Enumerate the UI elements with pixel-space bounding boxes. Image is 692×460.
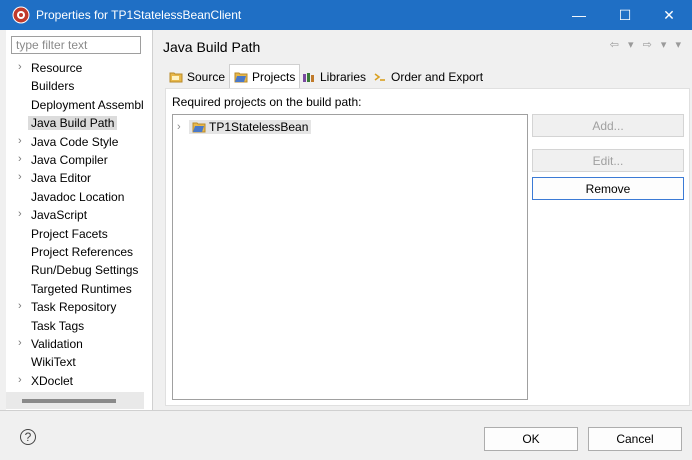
history-navigation-icons[interactable]: ⇦ ▾ ⇨ ▾ ▾ <box>610 38 684 51</box>
tree-item-label: JavaScript <box>31 208 88 223</box>
projects-panel: Required projects on the build path: › T… <box>165 88 690 406</box>
tree-item-label: Java Build Path <box>28 116 118 131</box>
column-divider[interactable] <box>152 30 153 410</box>
source-folder-icon <box>169 72 183 83</box>
tree-item[interactable]: Project Facets <box>6 225 152 243</box>
tab-libraries-label: Libraries <box>320 70 367 84</box>
expand-chevron-icon[interactable]: › <box>18 135 22 147</box>
maximize-icon: ☐ <box>618 6 632 23</box>
minimize-icon: — <box>572 7 586 23</box>
project-name: TP1StatelessBean <box>209 119 309 134</box>
tree-item-label: Project Facets <box>31 226 108 241</box>
list-item[interactable]: › TP1StatelessBean <box>177 118 312 135</box>
expand-chevron-icon[interactable]: › <box>18 61 22 73</box>
expand-chevron-icon[interactable]: › <box>18 153 22 165</box>
tree-item[interactable]: › Task Repository <box>6 298 152 316</box>
page-header: Java Build Path ⇦ ▾ ⇨ ▾ ▾ <box>153 30 692 62</box>
tree-item-label: Java Editor <box>31 171 92 186</box>
tab-order-export[interactable]: Order and Export <box>373 66 483 88</box>
remove-button[interactable]: Remove <box>532 177 684 200</box>
tree-item[interactable]: Run/Debug Settings <box>6 261 152 279</box>
tree-item[interactable]: Java Build Path <box>6 114 152 132</box>
tree-item-label: Deployment Assembl <box>31 97 144 112</box>
filter-input[interactable]: type filter text <box>11 36 141 54</box>
expand-chevron-icon[interactable]: › <box>18 208 22 220</box>
expand-chevron-icon[interactable]: › <box>18 374 22 386</box>
remove-button-label: Remove <box>585 181 631 196</box>
projects-icon <box>234 72 248 82</box>
project-entry[interactable]: TP1StatelessBean <box>189 119 312 134</box>
scrollbar-thumb[interactable] <box>22 399 116 403</box>
tree-item-label: Validation <box>31 337 83 351</box>
help-icon[interactable]: ? <box>20 429 36 445</box>
help-glyph: ? <box>24 430 32 444</box>
edit-button[interactable]: Edit... <box>532 149 684 172</box>
tab-projects[interactable]: Projects <box>229 64 301 88</box>
tree-item[interactable]: › Java Compiler <box>6 151 152 169</box>
minimize-button[interactable]: — <box>556 0 602 30</box>
add-button-label: Add... <box>592 118 624 133</box>
tree-item-label: Java Code Style <box>31 134 119 149</box>
tree-item-label: Targeted Runtimes <box>31 281 132 296</box>
expand-chevron-icon[interactable]: › <box>18 171 22 183</box>
tree-item-label: Java Compiler <box>31 153 108 167</box>
order-export-icon <box>374 73 385 81</box>
close-icon: ✕ <box>663 6 675 23</box>
tree-item[interactable]: › Resource <box>6 59 152 77</box>
tree-item-label: Builders <box>31 79 75 94</box>
tree-item[interactable]: Task Tags <box>6 317 152 335</box>
cancel-button[interactable]: Cancel <box>588 427 682 451</box>
tab-libraries[interactable]: Libraries <box>302 66 366 88</box>
expand-chevron-icon[interactable]: › <box>18 337 22 349</box>
left-panel: type filter text › Resource Builders Deploy… <box>6 30 152 410</box>
cancel-button-label: Cancel <box>616 432 654 446</box>
tree-item-label: Resource <box>31 61 83 75</box>
required-projects-label: Required projects on the build path: <box>172 95 362 109</box>
tree-item[interactable]: WikiText <box>6 353 152 371</box>
expand-chevron-icon[interactable]: › <box>18 300 22 312</box>
ok-button[interactable]: OK <box>484 427 578 451</box>
tree-item[interactable]: › Validation <box>6 335 152 353</box>
tab-order-export-label: Order and Export <box>391 70 484 84</box>
tree-item[interactable]: › Java Code Style <box>6 133 152 151</box>
tree-item-label: Run/Debug Settings <box>31 263 139 278</box>
tab-source[interactable]: Source <box>169 66 225 88</box>
required-projects-list[interactable]: › TP1StatelessBean <box>172 114 528 400</box>
project-folder-icon <box>192 122 206 132</box>
add-button[interactable]: Add... <box>532 114 684 137</box>
title-bar: Properties for TP1StatelessBeanClient — … <box>0 0 692 30</box>
expand-chevron-icon[interactable]: › <box>177 121 189 133</box>
tree-item-label: Javadoc Location <box>31 189 125 204</box>
tree-item-label: Project References <box>31 245 134 259</box>
tree-item-label: XDoclet <box>31 373 74 388</box>
footer-divider <box>0 410 692 411</box>
maximize-button[interactable]: ☐ <box>602 0 648 30</box>
tree-item-label: Task Repository <box>31 300 117 315</box>
tree-item[interactable]: Builders <box>6 77 152 95</box>
eclipse-app-icon <box>12 6 30 24</box>
window-title: Properties for TP1StatelessBeanClient <box>36 8 242 22</box>
tab-projects-label: Projects <box>252 69 296 84</box>
tree-item-label: WikiText <box>31 355 76 370</box>
page-title: Java Build Path <box>163 39 261 55</box>
tree-item[interactable]: Javadoc Location <box>6 188 152 206</box>
tree-item[interactable]: Project References <box>6 243 152 261</box>
tree-item-label: Task Tags <box>31 318 85 333</box>
tree-item[interactable]: › JavaScript <box>6 206 152 224</box>
tab-source-label: Source <box>187 70 226 84</box>
tree-item[interactable]: › XDoclet <box>6 372 152 390</box>
tree-item[interactable]: › Java Editor <box>6 169 152 187</box>
close-button[interactable]: ✕ <box>646 0 692 30</box>
filter-placeholder: type filter text <box>16 38 88 52</box>
ok-button-label: OK <box>522 432 540 446</box>
libraries-icon <box>303 73 314 82</box>
edit-button-label: Edit... <box>592 153 624 168</box>
tree-item[interactable]: Deployment Assembl <box>6 96 152 114</box>
tree-item[interactable]: Targeted Runtimes <box>6 280 152 298</box>
